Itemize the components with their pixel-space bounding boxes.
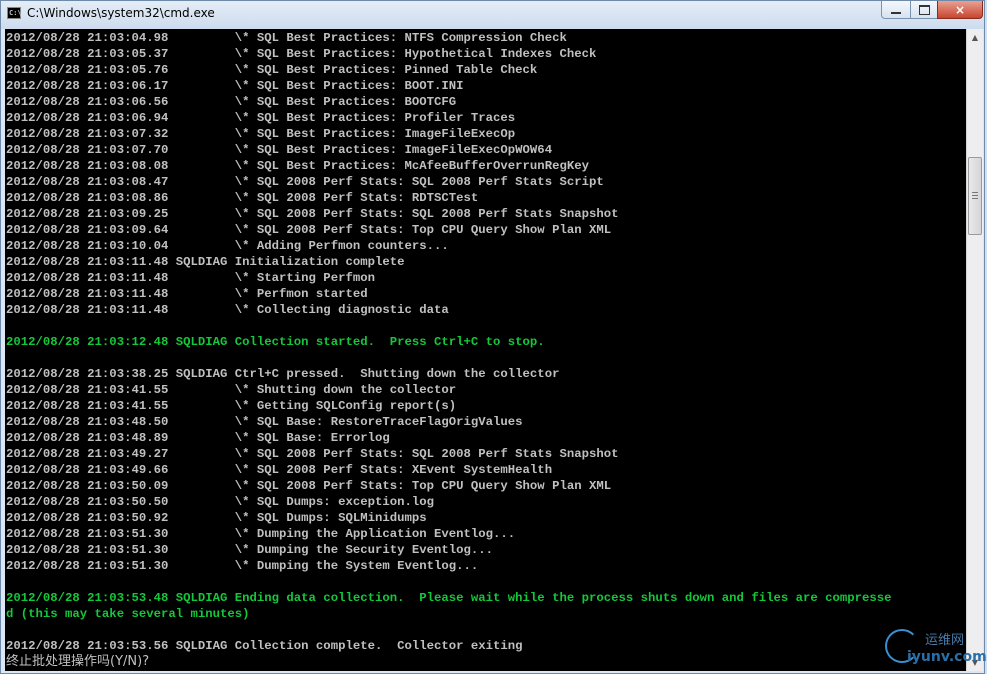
watermark-en: iyunv.com (907, 649, 987, 665)
console-line: 2012/08/28 21:03:53.56 SQLDIAG Collectio… (6, 639, 523, 653)
title-bar[interactable]: C:\ C:\Windows\system32\cmd.exe × (1, 1, 984, 29)
console-line: 2012/08/28 21:03:50.92 \* SQL Dumps: SQL… (6, 511, 427, 525)
console-line: 2012/08/28 21:03:48.89 \* SQL Base: Erro… (6, 431, 390, 445)
console-line: 2012/08/28 21:03:48.50 \* SQL Base: Rest… (6, 415, 523, 429)
maximize-button[interactable] (910, 1, 938, 19)
console-line: 2012/08/28 21:03:08.47 \* SQL 2008 Perf … (6, 175, 604, 189)
console-line: 2012/08/28 21:03:08.86 \* SQL 2008 Perf … (6, 191, 479, 205)
console-line: 2012/08/28 21:03:09.25 \* SQL 2008 Perf … (6, 207, 619, 221)
console-line: 2012/08/28 21:03:51.30 \* Dumping the Se… (6, 543, 494, 557)
console-line: 2012/08/28 21:03:11.48 \* Perfmon starte… (6, 287, 368, 301)
console-line: 2012/08/28 21:03:04.98 \* SQL Best Pract… (6, 31, 567, 45)
batch-prompt: 终止批处理操作吗(Y/N)? (6, 654, 150, 669)
scroll-up-button[interactable]: ▲ (967, 29, 983, 46)
console-line: 2012/08/28 21:03:49.66 \* SQL 2008 Perf … (6, 463, 553, 477)
console-line: 2012/08/28 21:03:41.55 \* Getting SQLCon… (6, 399, 457, 413)
vertical-scrollbar[interactable]: ▲ ▼ (966, 29, 983, 671)
grip-line (972, 198, 978, 199)
console-line: 2012/08/28 21:03:50.50 \* SQL Dumps: exc… (6, 495, 435, 509)
minimize-icon (891, 11, 901, 14)
console-line: 2012/08/28 21:03:49.27 \* SQL 2008 Perf … (6, 447, 619, 461)
console-line: 2012/08/28 21:03:41.55 \* Shutting down … (6, 383, 457, 397)
console-line: 2012/08/28 21:03:05.37 \* SQL Best Pract… (6, 47, 597, 61)
console-line: 2012/08/28 21:03:11.48 \* Collecting dia… (6, 303, 449, 317)
maximize-icon (918, 4, 930, 15)
console-line: 2012/08/28 21:03:53.48 SQLDIAG Ending da… (6, 591, 892, 605)
console-line: 2012/08/28 21:03:06.94 \* SQL Best Pract… (6, 111, 516, 125)
minimize-button[interactable] (881, 1, 911, 19)
close-icon: × (954, 2, 966, 17)
console-line: 2012/08/28 21:03:51.30 \* Dumping the Ap… (6, 527, 516, 541)
console-line: 2012/08/28 21:03:07.32 \* SQL Best Pract… (6, 127, 516, 141)
console-line: 2012/08/28 21:03:11.48 \* Starting Perfm… (6, 271, 375, 285)
watermark-cn: 运维网 (925, 633, 965, 648)
close-button[interactable]: × (937, 1, 983, 19)
watermark: 运维网 iyunv.com (881, 625, 987, 673)
grip-line (972, 192, 978, 193)
console-icon[interactable]: C:\ (7, 7, 22, 19)
console-lines: 2012/08/28 21:03:04.98 \* SQL Best Pract… (5, 29, 966, 670)
console-line: 2012/08/28 21:03:09.64 \* SQL 2008 Perf … (6, 223, 612, 237)
console-line: 2012/08/28 21:03:07.70 \* SQL Best Pract… (6, 143, 553, 157)
cmd-window: C:\ C:\Windows\system32\cmd.exe × 2012/0… (0, 0, 987, 674)
console-line: d (this may take several minutes) (6, 607, 250, 621)
console-output[interactable]: 2012/08/28 21:03:04.98 \* SQL Best Pract… (5, 29, 966, 671)
grip-line (972, 195, 978, 196)
console-line: 2012/08/28 21:03:10.04 \* Adding Perfmon… (6, 239, 449, 253)
console-line: 2012/08/28 21:03:06.17 \* SQL Best Pract… (6, 79, 464, 93)
console-line: 2012/08/28 21:03:12.48 SQLDIAG Collectio… (6, 335, 545, 349)
console-line: 2012/08/28 21:03:51.30 \* Dumping the Sy… (6, 559, 479, 573)
window-title: C:\Windows\system32\cmd.exe (27, 6, 215, 20)
arrow-up-icon: ▲ (971, 33, 979, 42)
console-line: 2012/08/28 21:03:38.25 SQLDIAG Ctrl+C pr… (6, 367, 560, 381)
console-line: 2012/08/28 21:03:05.76 \* SQL Best Pract… (6, 63, 538, 77)
console-line: 2012/08/28 21:03:06.56 \* SQL Best Pract… (6, 95, 457, 109)
console-line: 2012/08/28 21:03:11.48 SQLDIAG Initializ… (6, 255, 405, 269)
console-line: 2012/08/28 21:03:50.09 \* SQL 2008 Perf … (6, 479, 612, 493)
scroll-thumb[interactable] (968, 157, 982, 235)
console-line: 2012/08/28 21:03:08.08 \* SQL Best Pract… (6, 159, 589, 173)
